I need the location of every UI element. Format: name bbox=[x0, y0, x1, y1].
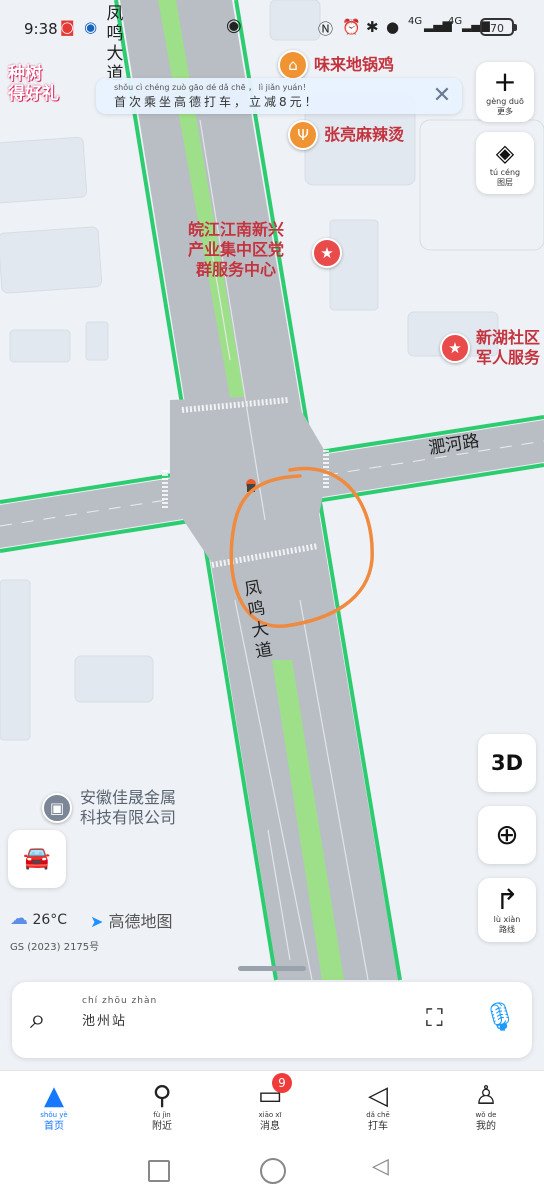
unread-badge: 9 bbox=[272, 1073, 292, 1093]
promo-line: 种树 bbox=[8, 64, 42, 84]
battery-indicator: 70 bbox=[480, 18, 517, 36]
location-icon: ● bbox=[386, 18, 400, 36]
road-char: 道 bbox=[253, 639, 275, 663]
star-icon: ★ bbox=[440, 333, 470, 363]
promo-banner[interactable]: shǒu cì chéng zuò gāo dé dǎ chē ， lì jiǎ… bbox=[96, 78, 462, 114]
nav-label: 我的 bbox=[476, 1121, 496, 1132]
3d-label: 3D bbox=[490, 751, 524, 775]
amap-brand: ➤ 高德地图 bbox=[90, 908, 173, 932]
system-nav-bar: ◁ bbox=[0, 1142, 544, 1200]
nfc-icon: Ⓝ bbox=[318, 20, 334, 38]
nav-label: 消息 bbox=[260, 1121, 280, 1132]
app-notification-icon: ◉ bbox=[84, 18, 98, 36]
promo-line: 得好礼 bbox=[8, 84, 59, 104]
layers-icon: ◈ bbox=[495, 139, 515, 167]
close-icon[interactable]: ✕ bbox=[430, 84, 454, 108]
poi-label-line: 群服务中心 bbox=[196, 260, 277, 279]
poi-label-line: 军人服务 bbox=[476, 348, 541, 367]
map-license: GS (2023) 2175号 bbox=[10, 942, 100, 953]
weather-temp: 26°C bbox=[32, 912, 68, 928]
3d-button[interactable]: 3D bbox=[478, 734, 536, 792]
nav-pinyin: xiāo xī bbox=[258, 1111, 282, 1119]
banner-pinyin: shǒu cì chéng zuò gāo dé dǎ chē ， lì jiǎ… bbox=[114, 83, 311, 92]
cloud-icon: ☁ bbox=[10, 908, 28, 929]
route-button[interactable]: ↱ lù xiàn 路线 bbox=[478, 878, 536, 942]
taxi-icon: ◁ bbox=[368, 1081, 388, 1111]
nav-label: 附近 bbox=[152, 1121, 172, 1132]
car-phone-icon: 🚘 bbox=[23, 846, 51, 871]
nav-pinyin: dǎ chē bbox=[366, 1111, 390, 1119]
nav-nearby[interactable]: ⚲ fù jìn 附近 bbox=[108, 1081, 216, 1134]
amap-logo-icon: ➤ bbox=[90, 912, 104, 931]
poi-party-center[interactable]: 皖江江南新兴 产业集中区党 群服务中心 bbox=[188, 220, 284, 280]
route-label: 路线 bbox=[499, 925, 515, 934]
nav-label: 首页 bbox=[44, 1121, 64, 1132]
bluetooth-icon: ✱ bbox=[366, 18, 379, 36]
search-pinyin: chí zhōu zhàn bbox=[82, 996, 158, 1006]
poi-label-line: 科技有限公司 bbox=[80, 808, 177, 827]
restaurant-icon: Ψ bbox=[288, 120, 318, 150]
poi-jiasheng[interactable]: ▣ 安徽佳晟金属 科技有限公司 bbox=[42, 788, 176, 828]
nav-pinyin: shǒu yè bbox=[40, 1111, 68, 1119]
location-pin-icon: ⚲ bbox=[152, 1081, 172, 1111]
brand-label: 高德地图 bbox=[108, 912, 173, 931]
map-view[interactable]: 凤 鸣 大 道 凤 鸣 大 道 淝河路 ⌂ 味来地锅鸡 Ψ 张亮麻辣烫 皖江江南… bbox=[0, 0, 544, 1070]
nav-messages[interactable]: ▭ 9 xiāo xī 消息 bbox=[216, 1073, 324, 1134]
signal-label: 4G bbox=[408, 16, 423, 27]
status-bar: 9:38 ◙ ◉ ◉ Ⓝ ⏰ ✱ ● 4G ▂▄▆ 4G ▂▄▆ 70 bbox=[0, 0, 544, 56]
recents-button[interactable] bbox=[148, 1160, 170, 1182]
bottom-nav: ▲ shǒu yè 首页 ⚲ fù jìn 附近 ▭ 9 xiāo xī 消息 … bbox=[0, 1070, 544, 1143]
nav-home[interactable]: ▲ shǒu yè 首页 bbox=[0, 1081, 108, 1134]
scan-icon[interactable]: ⛶ bbox=[426, 1004, 443, 1032]
poi-label-line: 新湖社区 bbox=[476, 328, 541, 347]
route-pinyin: lù xiàn bbox=[493, 915, 521, 924]
poi-xinhu[interactable]: ★ 新湖社区 军人服务 bbox=[440, 328, 540, 368]
poi-label-line: 皖江江南新兴 bbox=[188, 220, 285, 239]
home-button[interactable] bbox=[260, 1158, 286, 1184]
nav-pinyin: wǒ de bbox=[475, 1111, 497, 1119]
company-icon: ▣ bbox=[42, 793, 72, 823]
poi-label-line: 产业集中区党 bbox=[188, 240, 285, 259]
more-button[interactable]: + gèng duō 更多 bbox=[476, 62, 534, 122]
nav-profile[interactable]: ♙ wǒ de 我的 bbox=[432, 1081, 540, 1134]
more-label: 更多 bbox=[497, 107, 513, 116]
poi-zhangliang[interactable]: Ψ 张亮麻辣烫 bbox=[288, 120, 404, 150]
voice-mic-icon[interactable]: 🎙 bbox=[482, 1000, 518, 1033]
eye-icon: ◉ bbox=[226, 15, 242, 36]
signal-label: 4G bbox=[448, 16, 463, 27]
route-arrow-icon: ↱ bbox=[495, 883, 519, 916]
layers-pinyin: tú céng bbox=[489, 168, 521, 177]
map-canvas[interactable] bbox=[0, 0, 544, 1070]
ride-phone-button[interactable]: 🚘 bbox=[8, 830, 66, 888]
search-icon: ⌕ bbox=[30, 1002, 46, 1035]
nav-pinyin: fù jìn bbox=[153, 1111, 171, 1119]
promo-badge[interactable]: 种树 得好礼 bbox=[8, 64, 66, 116]
weather[interactable]: ☁ 26°C bbox=[10, 908, 67, 929]
nav-taxi[interactable]: ◁ dǎ chē 打车 bbox=[324, 1081, 432, 1134]
drag-handle[interactable] bbox=[238, 966, 306, 971]
clock: 9:38 bbox=[24, 20, 58, 38]
layers-button[interactable]: ◈ tú céng 图层 bbox=[476, 132, 534, 194]
layers-label: 图层 bbox=[497, 178, 513, 187]
back-button[interactable]: ◁ bbox=[372, 1154, 389, 1179]
poi-label: 味来地锅鸡 bbox=[314, 55, 395, 74]
poi-label: 张亮麻辣烫 bbox=[324, 125, 405, 144]
crosshair-icon: ⊕ bbox=[495, 818, 519, 851]
plus-icon: + bbox=[493, 65, 517, 98]
message-icon: ▭ 9 bbox=[216, 1073, 324, 1111]
user-icon: ♙ bbox=[474, 1081, 498, 1111]
search-bar[interactable]: ⌕ chí zhōu zhàn 池州站 ⛶ 🎙 bbox=[12, 982, 532, 1058]
locate-button[interactable]: ⊕ bbox=[478, 806, 536, 864]
poi-label-line: 安徽佳晟金属 bbox=[80, 788, 177, 807]
more-pinyin: gèng duō bbox=[486, 97, 524, 106]
nav-label: 打车 bbox=[368, 1121, 388, 1132]
alarm-icon: ⏰ bbox=[342, 18, 361, 36]
search-input[interactable]: 池州站 bbox=[82, 1010, 127, 1029]
app-notification-icon: ◙ bbox=[60, 18, 75, 36]
home-nav-icon: ▲ bbox=[44, 1081, 64, 1111]
star-icon[interactable]: ★ bbox=[312, 238, 342, 268]
banner-text: 首次乘坐高德打车，立减8元！ bbox=[114, 95, 320, 109]
